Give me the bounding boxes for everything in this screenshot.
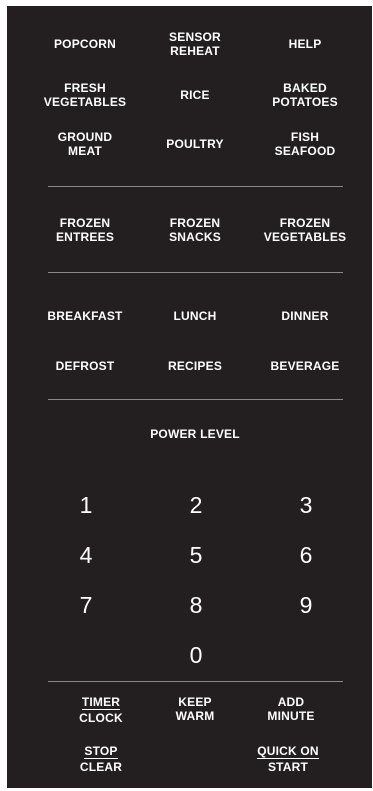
keypad-0-button[interactable]: 0 [171, 642, 221, 668]
frozen-vegetables-button[interactable]: FROZEN VEGETABLES [245, 216, 365, 244]
fresh-vegetables-label-line2: VEGETABLES [43, 95, 127, 109]
baked-potatoes-button[interactable]: BAKED POTATOES [245, 81, 365, 109]
recipes-label: RECIPES [167, 359, 223, 373]
defrost-label: DEFROST [55, 359, 115, 373]
rice-button[interactable]: RICE [135, 88, 255, 102]
divider-1 [48, 186, 343, 187]
stop-clear-button[interactable]: STOP CLEAR [41, 744, 161, 774]
microwave-control-panel: POPCORN SENSOR REHEAT HELP FRESH VEGETAB… [7, 6, 372, 788]
add-minute-button[interactable]: ADD MINUTE [231, 695, 351, 723]
quick-on-start-label-line1: QUICK ON [257, 744, 319, 759]
ground-meat-label-line1: GROUND [57, 130, 113, 144]
baked-potatoes-label-line1: BAKED [283, 81, 327, 95]
quick-on-start-label-line2: START [267, 760, 309, 774]
beverage-button[interactable]: BEVERAGE [245, 359, 365, 373]
fish-seafood-label-line2: SEAFOOD [274, 144, 336, 158]
frozen-entrees-label-line2: ENTREES [55, 230, 115, 244]
breakfast-button[interactable]: BREAKFAST [25, 309, 145, 323]
recipes-button[interactable]: RECIPES [135, 359, 255, 373]
frozen-snacks-label-line1: FROZEN [169, 216, 221, 230]
frozen-snacks-label-line2: SNACKS [169, 230, 221, 244]
power-level-button[interactable]: POWER LEVEL [115, 427, 275, 441]
add-minute-label-line2: MINUTE [267, 709, 315, 723]
divider-2 [48, 272, 343, 273]
frozen-entrees-label-line1: FROZEN [59, 216, 111, 230]
beverage-label: BEVERAGE [270, 359, 340, 373]
help-button[interactable]: HELP [245, 37, 365, 51]
timer-clock-label-line1: TIMER [81, 695, 121, 710]
stop-clear-label-line2: CLEAR [79, 760, 123, 774]
keypad-1-button[interactable]: 1 [61, 492, 111, 518]
ground-meat-button[interactable]: GROUND MEAT [25, 130, 145, 158]
ground-meat-label-line2: MEAT [68, 144, 102, 158]
sensor-reheat-button[interactable]: SENSOR REHEAT [135, 30, 255, 58]
fish-seafood-button[interactable]: FISH SEAFOOD [245, 130, 365, 158]
add-minute-label-line1: ADD [277, 695, 305, 709]
frozen-snacks-button[interactable]: FROZEN SNACKS [135, 216, 255, 244]
divider-4 [48, 681, 343, 682]
sensor-reheat-label-line2: REHEAT [170, 44, 220, 58]
keypad-2-button[interactable]: 2 [171, 492, 221, 518]
keypad-4-button[interactable]: 4 [61, 542, 111, 568]
popcorn-label: POPCORN [53, 37, 117, 51]
keypad-9-button[interactable]: 9 [281, 592, 331, 618]
help-label: HELP [288, 37, 322, 51]
keypad-7-button[interactable]: 7 [61, 592, 111, 618]
poultry-button[interactable]: POULTRY [135, 137, 255, 151]
rice-label: RICE [180, 88, 210, 102]
frozen-vegetables-label-line1: FROZEN [279, 216, 331, 230]
baked-potatoes-label-line2: POTATOES [272, 95, 338, 109]
sensor-reheat-label-line1: SENSOR [169, 30, 221, 44]
keypad-5-button[interactable]: 5 [171, 542, 221, 568]
fresh-vegetables-button[interactable]: FRESH VEGETABLES [25, 81, 145, 109]
defrost-button[interactable]: DEFROST [25, 359, 145, 373]
keypad-3-button[interactable]: 3 [281, 492, 331, 518]
dinner-label: DINNER [281, 309, 329, 323]
breakfast-label: BREAKFAST [47, 309, 123, 323]
poultry-label: POULTRY [166, 137, 224, 151]
dinner-button[interactable]: DINNER [245, 309, 365, 323]
stop-clear-label-line1: STOP [84, 744, 118, 759]
keypad-8-button[interactable]: 8 [171, 592, 221, 618]
frozen-entrees-button[interactable]: FROZEN ENTREES [25, 216, 145, 244]
quick-on-start-button[interactable]: QUICK ON START [228, 744, 348, 774]
keypad-6-button[interactable]: 6 [281, 542, 331, 568]
lunch-label: LUNCH [173, 309, 217, 323]
power-level-label: POWER LEVEL [150, 427, 240, 441]
divider-3 [48, 399, 343, 400]
fish-seafood-label-line1: FISH [290, 130, 320, 144]
lunch-button[interactable]: LUNCH [135, 309, 255, 323]
frozen-vegetables-label-line2: VEGETABLES [263, 230, 347, 244]
popcorn-button[interactable]: POPCORN [25, 37, 145, 51]
fresh-vegetables-label-line1: FRESH [64, 81, 106, 95]
